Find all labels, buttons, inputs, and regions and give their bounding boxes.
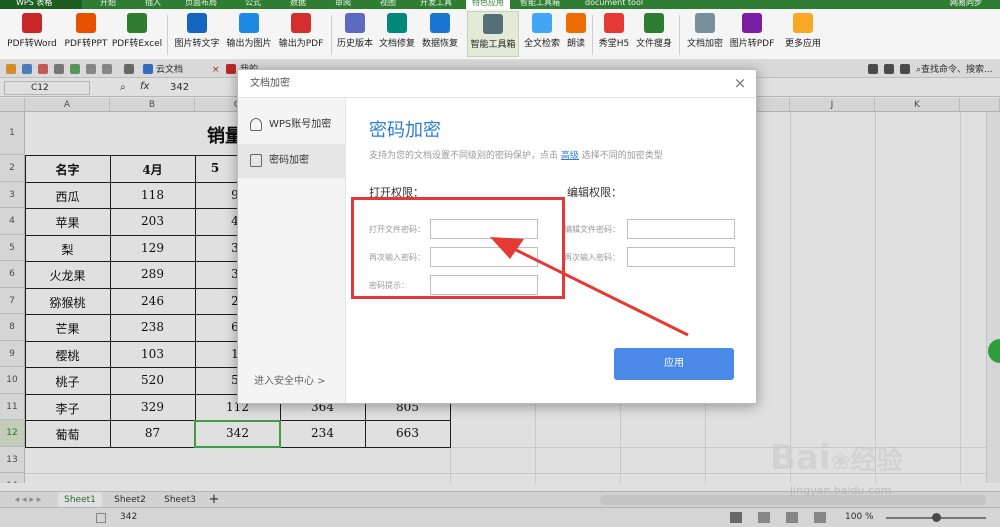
tab-page-layout[interactable]: 页面布局 [185, 0, 217, 9]
pdf-to-word-button[interactable]: PDF转Word [4, 11, 60, 57]
h5-icon [604, 13, 624, 33]
read-aloud-button[interactable]: 朗读 [564, 11, 588, 57]
arrow-shaft [509, 245, 689, 337]
image-pdf-icon [742, 13, 762, 33]
apply-button[interactable]: 应用 [614, 348, 734, 380]
user-icon [250, 118, 262, 131]
dialog-sidebar: WPS账号加密 密码加密 进入安全中心 > [238, 98, 346, 403]
advanced-link[interactable]: 高级 [561, 151, 579, 161]
fulltext-search-button[interactable]: 全文检索 [521, 11, 563, 57]
tab-data[interactable]: 数据 [290, 0, 306, 9]
red-arrow-annotation [490, 237, 689, 337]
more-apps-button[interactable]: 更多应用 [782, 11, 824, 57]
pdf-to-excel-button[interactable]: PDF转Excel [111, 11, 163, 57]
user-label[interactable]: 网易同步 [950, 0, 982, 8]
more-apps-icon [793, 13, 813, 33]
repair-icon [387, 13, 407, 33]
arrow-head [490, 237, 524, 259]
tab-review[interactable]: 审阅 [335, 0, 351, 9]
h5-button[interactable]: 秀堂H5 [596, 11, 632, 57]
tab-view[interactable]: 视图 [380, 0, 396, 9]
toolbox-icon [483, 14, 503, 34]
sidebar-item-account-encrypt[interactable]: WPS账号加密 [238, 108, 345, 142]
dialog-description: 支持为您的文档设置不同级别的密码保护，点击 高级 选择不同的加密类型 [369, 151, 663, 161]
edit-permission-heading: 编辑权限： [567, 186, 622, 199]
ribbon-divider [167, 15, 168, 55]
watermark-url: jingyan.baidu.com [790, 484, 892, 497]
export-image-button[interactable]: 输出为图片 [224, 11, 274, 57]
encrypt-icon [695, 13, 715, 33]
image-text-icon [187, 13, 207, 33]
history-icon [345, 13, 365, 33]
recover-icon [430, 13, 450, 33]
image-to-pdf-button[interactable]: 图片转PDF [728, 11, 776, 57]
data-recover-button[interactable]: 数据恢复 [419, 11, 461, 57]
smart-toolbox-button[interactable]: 智能工具箱 [467, 11, 519, 57]
history-version-button[interactable]: 历史版本 [335, 11, 375, 57]
export-pdf-button[interactable]: 输出为PDF [276, 11, 326, 57]
ribbon-divider [331, 15, 332, 55]
pdf-ppt-icon [76, 13, 96, 33]
watermark-logo: Bai❀经验 [770, 438, 903, 478]
pdf-word-icon [22, 13, 42, 33]
app-logo: WPS 表格 [0, 0, 82, 9]
export-image-icon [239, 13, 259, 33]
dialog-heading: 密码加密 [369, 120, 441, 141]
tab-insert[interactable]: 插入 [145, 0, 161, 9]
doc-encrypt-button[interactable]: 文档加密 [684, 11, 726, 57]
doc-repair-button[interactable]: 文档修复 [377, 11, 417, 57]
pdf-to-ppt-button[interactable]: PDF转PPT [62, 11, 110, 57]
file-slim-button[interactable]: 文件瘦身 [634, 11, 674, 57]
read-aloud-icon [566, 13, 586, 33]
tab-smart-toolbox[interactable]: 智能工具箱 [520, 0, 560, 9]
security-center-link[interactable]: 进入安全中心 > [254, 372, 326, 387]
tab-special-apps[interactable]: 特色应用 [466, 0, 510, 9]
paw-icon: ❀ [830, 447, 851, 475]
tab-formula[interactable]: 公式 [245, 0, 261, 9]
ribbon-toolbar: PDF转Word PDF转PPT PDF转Excel 图片转文字 输出为图片 输… [0, 9, 1000, 60]
search-doc-icon [532, 13, 552, 33]
close-icon[interactable]: × [732, 75, 748, 91]
tab-document-tool[interactable]: document tool [585, 0, 643, 9]
pdf-excel-icon [127, 13, 147, 33]
dialog-title: 文档加密 [238, 70, 756, 98]
ribbon-divider [679, 15, 680, 55]
tab-home[interactable]: 开始 [100, 0, 116, 9]
export-pdf-icon [291, 13, 311, 33]
sidebar-item-password-encrypt[interactable]: 密码加密 [238, 144, 345, 178]
tab-developer[interactable]: 开发工具 [420, 0, 452, 9]
menu-tab-bar: WPS 表格 开始 插入 页面布局 公式 数据 审阅 视图 开发工具 特色应用 … [0, 0, 1000, 9]
ribbon-divider [592, 15, 593, 55]
lock-icon [250, 154, 262, 167]
slim-icon [644, 13, 664, 33]
image-to-text-button[interactable]: 图片转文字 [172, 11, 222, 57]
